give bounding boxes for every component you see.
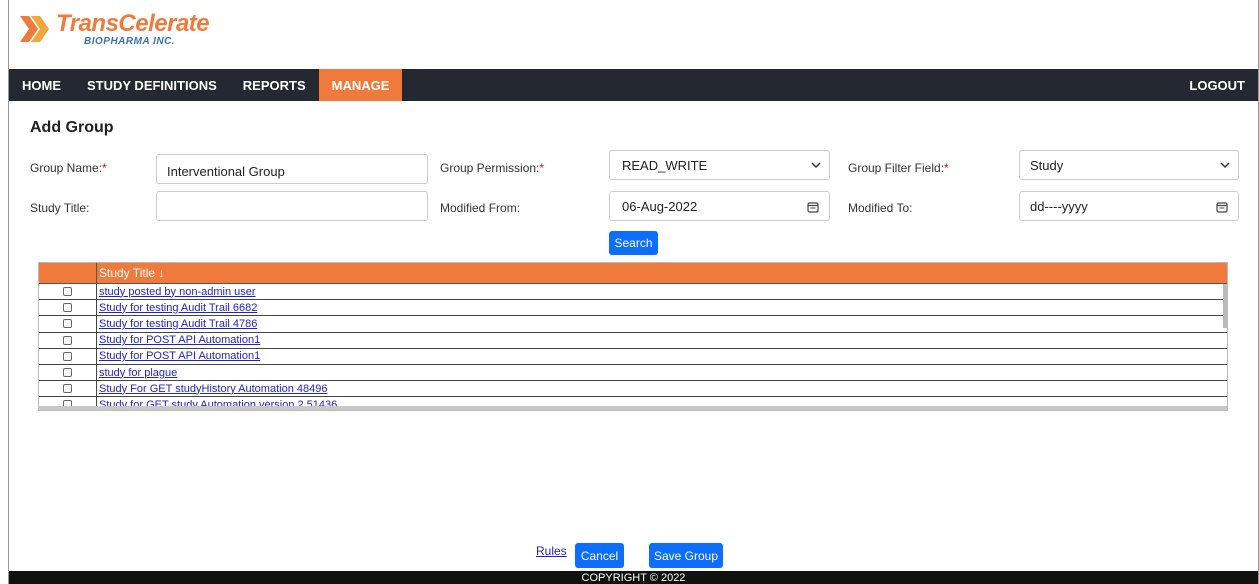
horizontal-scrollbar[interactable] (39, 406, 1227, 410)
study-title-cell: Study For GET studyHistory Automation 48… (97, 381, 327, 396)
row-checkbox-cell (39, 284, 97, 300)
study-title-link[interactable]: study posted by non-admin user (99, 286, 256, 298)
nav-home[interactable]: HOME (9, 69, 74, 101)
study-title-cell: study for plague (97, 365, 177, 380)
modified-to-label: Modified To: (848, 201, 913, 215)
group-filter-field-select[interactable]: Study (1019, 150, 1239, 180)
table-row: Study for POST API Automation1 (39, 348, 1227, 365)
study-title-label: Study Title: (30, 201, 90, 215)
nav-manage[interactable]: MANAGE (318, 69, 403, 101)
study-title-link[interactable]: Study For GET studyHistory Automation 48… (99, 383, 327, 395)
study-title-link[interactable]: Study for POST API Automation1 (99, 334, 260, 346)
chevron-logo-icon (20, 16, 49, 42)
select-column-header (39, 263, 97, 283)
top-navbar: HOME STUDY DEFINITIONS REPORTS MANAGE LO… (9, 69, 1258, 101)
grid-header: Study Title ↓ (39, 263, 1227, 284)
row-checkbox[interactable] (63, 351, 72, 361)
group-name-label: Group Name:* (30, 161, 107, 175)
row-checkbox-cell (39, 300, 97, 316)
study-title-input[interactable] (156, 191, 428, 221)
calendar-icon[interactable] (1216, 201, 1228, 213)
row-checkbox[interactable] (63, 335, 72, 345)
study-title-cell: Study for testing Audit Trail 4786 (97, 316, 257, 331)
search-button[interactable]: Search (609, 231, 658, 255)
study-title-cell: Study for testing Audit Trail 6682 (97, 300, 257, 315)
modified-from-date-input[interactable]: 06-Aug-2022 (609, 191, 830, 221)
study-title-link[interactable]: Study for testing Audit Trail 6682 (99, 302, 257, 314)
table-row: study for plague (39, 364, 1227, 382)
study-title-link[interactable]: Study for GET study Automation version 2… (99, 399, 337, 406)
group-filter-field-label: Group Filter Field:* (848, 161, 949, 175)
modified-from-label: Modified From: (440, 201, 521, 215)
group-permission-label: Group Permission:* (440, 161, 545, 175)
table-row: study posted by non-admin user (39, 284, 1227, 301)
table-row: Study for POST API Automation1 (39, 332, 1227, 349)
row-checkbox[interactable] (63, 384, 72, 394)
save-group-button[interactable]: Save Group (649, 543, 723, 568)
modified-to-date-input[interactable]: dd----yyyy (1019, 191, 1239, 221)
chevron-down-icon (1220, 162, 1230, 169)
row-checkbox[interactable] (63, 368, 72, 378)
calendar-icon[interactable] (807, 201, 819, 213)
vertical-scrollbar[interactable] (1223, 284, 1227, 328)
brand-name: TransCelerate (56, 10, 210, 37)
nav-study-definitions[interactable]: STUDY DEFINITIONS (74, 69, 230, 101)
table-row: Study for GET study Automation version 2… (39, 397, 1227, 406)
footer-copyright: COPYRIGHT © 2022 (9, 571, 1258, 584)
study-title-cell: Study for POST API Automation1 (97, 333, 260, 348)
brand-logo[interactable]: TransCelerate BIOPHARMA INC. (20, 10, 210, 52)
brand-subtitle: BIOPHARMA INC. (84, 36, 176, 47)
group-name-input[interactable]: Interventional Group (156, 154, 428, 184)
study-title-cell: Study for GET study Automation version 2… (97, 397, 337, 406)
study-title-link[interactable]: Study for POST API Automation1 (99, 350, 260, 362)
cancel-button[interactable]: Cancel (575, 543, 624, 568)
table-row: Study for testing Audit Trail 6682 (39, 300, 1227, 317)
row-checkbox-cell (39, 364, 97, 381)
study-title-column-header[interactable]: Study Title ↓ (97, 263, 164, 283)
table-row: Study For GET studyHistory Automation 48… (39, 381, 1227, 398)
nav-logout[interactable]: LOGOUT (1176, 69, 1258, 101)
group-permission-select[interactable]: READ_WRITE (609, 150, 830, 180)
row-checkbox-cell (39, 332, 97, 348)
row-checkbox-cell (39, 348, 97, 364)
rules-link[interactable]: Rules (536, 544, 567, 558)
chevron-down-icon (811, 162, 821, 169)
row-checkbox-cell (39, 381, 97, 397)
page-title: Add Group (30, 119, 114, 136)
study-title-link[interactable]: Study for testing Audit Trail 4786 (99, 318, 257, 330)
study-title-link[interactable]: study for plague (99, 367, 177, 379)
row-checkbox-cell (39, 397, 97, 406)
row-checkbox[interactable] (63, 287, 72, 297)
study-title-cell: study posted by non-admin user (97, 284, 256, 299)
nav-reports[interactable]: REPORTS (230, 69, 319, 101)
row-checkbox[interactable] (63, 303, 72, 313)
table-row: Study for testing Audit Trail 4786 (39, 316, 1227, 333)
study-title-cell: Study for POST API Automation1 (97, 349, 260, 364)
study-grid: Study Title ↓ study posted by non-admin … (38, 262, 1228, 411)
row-checkbox[interactable] (63, 319, 72, 329)
grid-body: study posted by non-admin user Study for … (39, 284, 1227, 406)
row-checkbox-cell (39, 316, 97, 332)
